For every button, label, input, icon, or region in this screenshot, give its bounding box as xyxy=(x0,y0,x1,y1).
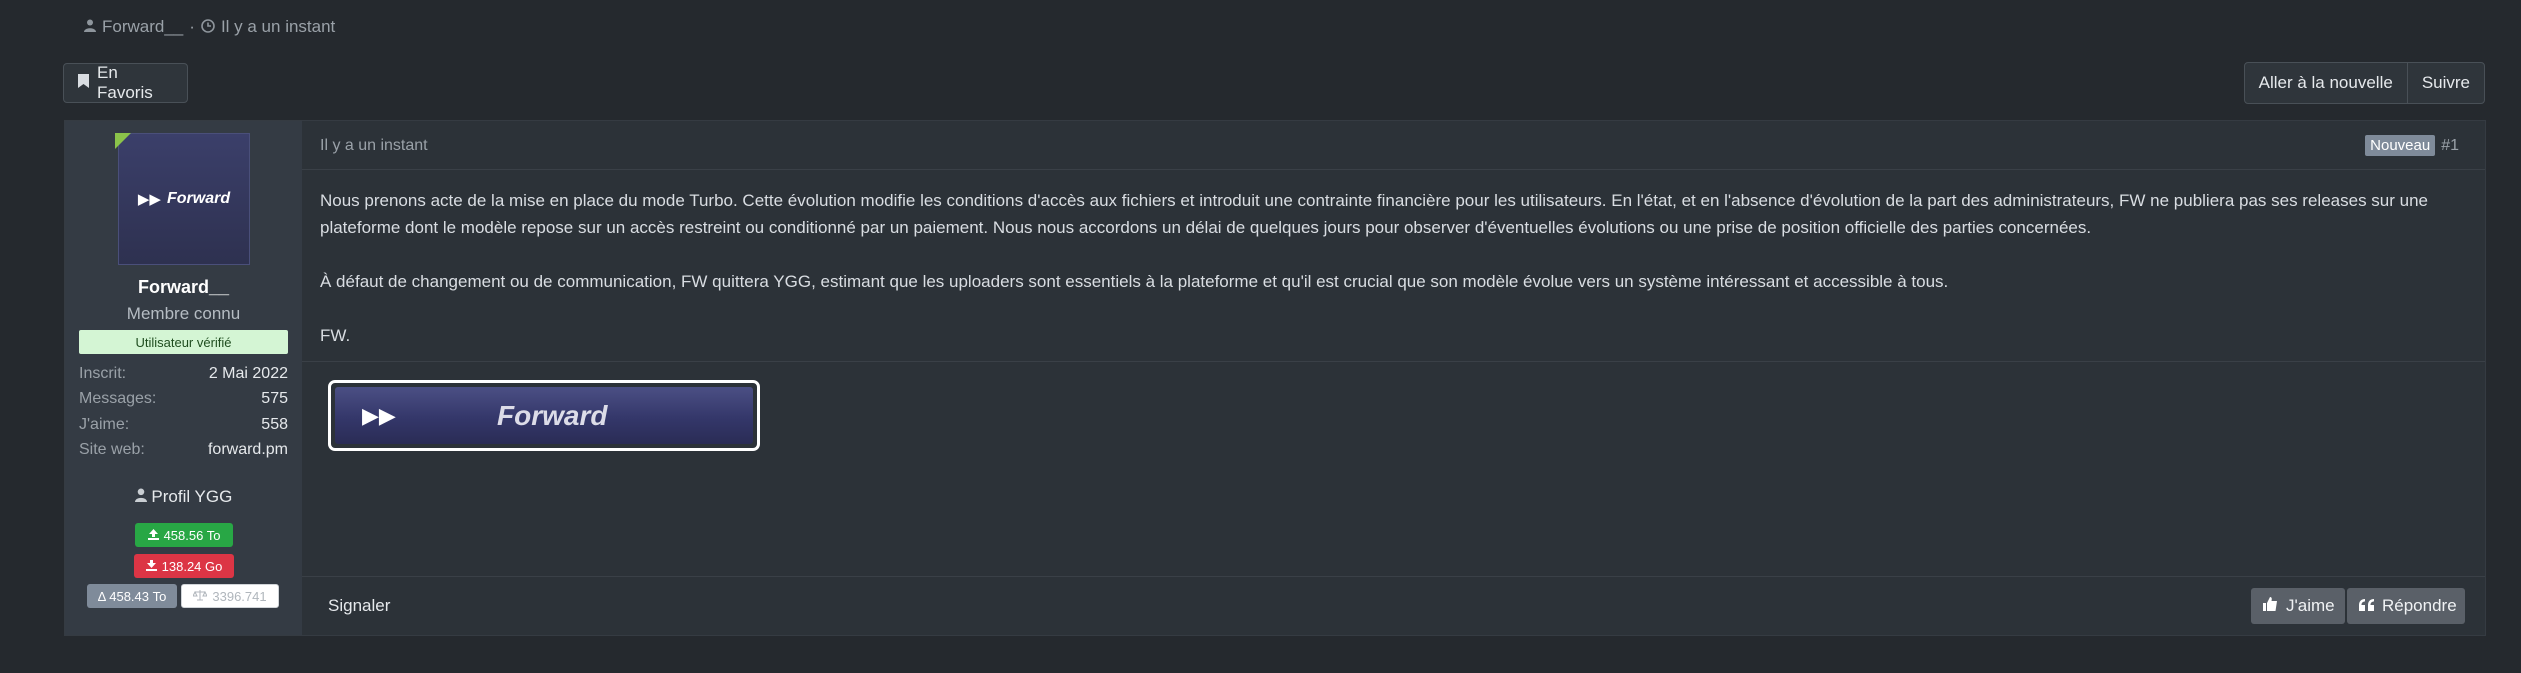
download-icon xyxy=(145,559,157,574)
user-icon xyxy=(134,487,152,506)
reply-label: Répondre xyxy=(2382,596,2457,615)
stat-row: Site web: forward.pm xyxy=(79,438,288,464)
stat-label: Inscrit: xyxy=(79,364,127,382)
ratio-badge: 3396.741 xyxy=(181,584,279,608)
stat-row: Inscrit: 2 Mai 2022 xyxy=(79,361,288,387)
post-paragraph: FW. xyxy=(320,326,351,345)
profile-link[interactable]: Profil YGG xyxy=(65,487,302,507)
upload-icon xyxy=(147,528,159,543)
stat-row: J'aime: 558 xyxy=(79,412,288,438)
stat-label: Site web: xyxy=(79,441,145,459)
delta-badge: Δ 458.43 To xyxy=(87,584,177,608)
fast-forward-icon: ▶▶ xyxy=(362,402,396,428)
signature-banner: ▶▶ Forward xyxy=(328,380,760,451)
follow-button[interactable]: Suivre xyxy=(2406,63,2484,103)
post-time[interactable]: Il y a un instant xyxy=(320,137,428,155)
download-badge: 138.24 Go xyxy=(134,554,234,578)
bookmark-icon xyxy=(78,73,89,93)
avatar-text: Forward xyxy=(166,190,231,207)
website-link[interactable]: forward.pm xyxy=(208,441,288,459)
verified-badge: Utilisateur vérifié xyxy=(79,330,288,354)
goto-new-button[interactable]: Aller à la nouvelle xyxy=(2245,63,2407,103)
thread-meta: Forward__ · Il y a un instant xyxy=(84,17,335,37)
stat-value: 575 xyxy=(261,390,288,408)
user-sidebar: ▶▶ Forward Forward__ Membre connu Utilis… xyxy=(65,121,302,635)
report-link[interactable]: Signaler xyxy=(328,596,390,616)
signature-divider xyxy=(302,361,2485,362)
divider xyxy=(302,169,2485,170)
reply-button[interactable]: Répondre xyxy=(2347,588,2465,624)
username[interactable]: Forward__ xyxy=(65,277,302,298)
thumbs-up-icon xyxy=(2263,596,2278,616)
favorite-button[interactable]: En Favoris xyxy=(63,63,188,103)
profile-label: Profil YGG xyxy=(151,487,233,506)
post-paragraph: À défaut de changement ou de communicati… xyxy=(320,272,1949,291)
avatar[interactable]: ▶▶ Forward xyxy=(118,133,250,265)
post-header-right: Nouveau #1 xyxy=(2365,135,2459,156)
post-content: Il y a un instant Nouveau #1 Nous prenon… xyxy=(302,121,2485,635)
stat-label: Messages: xyxy=(79,390,157,408)
user-stats: Inscrit: 2 Mai 2022 Messages: 575 J'aime… xyxy=(79,361,288,463)
stat-value: 558 xyxy=(261,415,288,433)
stat-row: Messages: 575 xyxy=(79,387,288,413)
stat-label: J'aime: xyxy=(79,415,130,433)
meta-separator: · xyxy=(189,17,195,36)
upload-badge: 458.56 To xyxy=(135,523,233,547)
stat-value: 2 Mai 2022 xyxy=(208,364,288,382)
download-value: 138.24 Go xyxy=(161,558,223,574)
banner-image: ▶▶ Forward xyxy=(335,387,753,444)
ratio-value: 3396.741 xyxy=(212,588,267,604)
banner-text: Forward xyxy=(497,399,608,431)
footer-divider xyxy=(302,576,2485,577)
new-tag: Nouveau xyxy=(2365,135,2436,156)
upload-value: 458.56 To xyxy=(163,527,221,543)
thread-author-link[interactable]: Forward__ xyxy=(102,17,183,37)
post: ▶▶ Forward Forward__ Membre connu Utilis… xyxy=(64,120,2486,636)
post-body: Nous prenons acte de la mise en place du… xyxy=(320,187,2460,376)
user-title: Membre connu xyxy=(126,304,241,323)
post-paragraph: Nous prenons acte de la mise en place du… xyxy=(320,191,2428,237)
online-indicator xyxy=(115,133,131,149)
user-icon xyxy=(84,19,96,35)
favorite-label: En Favoris xyxy=(97,63,153,102)
quote-icon xyxy=(2359,596,2374,616)
fast-forward-icon: ▶▶ xyxy=(137,191,161,208)
clock-icon xyxy=(201,18,215,36)
scale-icon xyxy=(192,589,209,604)
thread-nav-group: Aller à la nouvelle Suivre xyxy=(2243,62,2485,104)
like-button[interactable]: J'aime xyxy=(2251,588,2345,624)
like-label: J'aime xyxy=(2286,596,2335,615)
thread-time[interactable]: Il y a un instant xyxy=(221,17,335,37)
post-number-link[interactable]: #1 xyxy=(2441,137,2459,155)
